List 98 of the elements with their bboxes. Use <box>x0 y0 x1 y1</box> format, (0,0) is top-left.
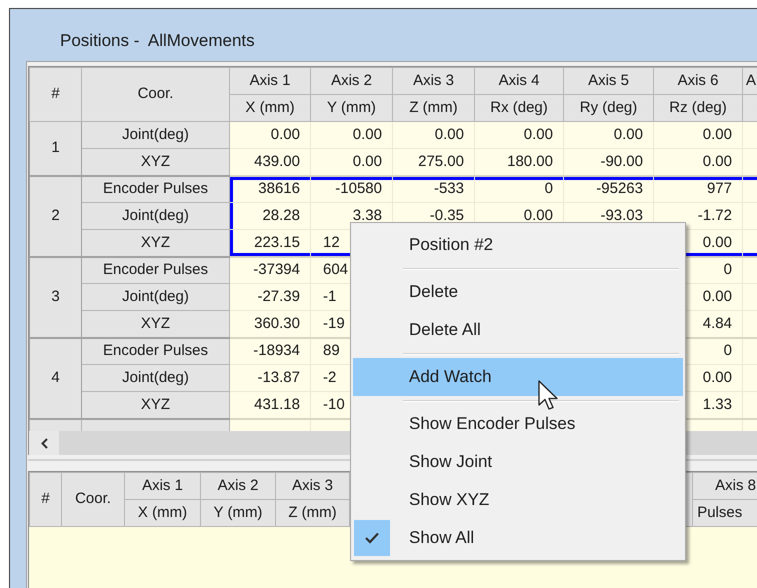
menu-item[interactable]: Show Joint <box>353 443 683 481</box>
unit-header: Rz (deg) <box>669 98 727 116</box>
table-cell: -10580 <box>335 180 382 197</box>
unit-header: Rx (deg) <box>490 98 548 116</box>
table-cell: 0.00 <box>524 206 553 224</box>
unit-header: Ry (deg) <box>580 98 638 116</box>
column-header: Axis 1 <box>250 72 290 89</box>
column-header: # <box>51 85 60 102</box>
table-cell: 0.00 <box>702 152 732 170</box>
unit-header: Y (mm) <box>327 98 376 116</box>
menu-item[interactable]: Delete All <box>353 311 683 349</box>
column-header: Axis 4 <box>498 72 540 89</box>
table-cell: 12 <box>323 234 340 250</box>
table-cell: 0.00 <box>702 288 732 305</box>
table-cell: -10 <box>323 396 345 412</box>
table-cell: -93.03 <box>600 206 643 224</box>
column-header: Axis 3 <box>292 476 333 494</box>
row-number: 2 <box>51 206 60 224</box>
column-header: Coor. <box>138 85 174 102</box>
unit-header: X (mm) <box>245 98 295 116</box>
chevron-left-icon <box>40 438 48 448</box>
coordinate-label: XYZ <box>140 152 170 170</box>
table-cell: -2 <box>323 368 336 386</box>
column-header: Coor. <box>75 490 111 508</box>
table-cell: 0 <box>724 261 732 278</box>
mouse-cursor-icon <box>538 380 559 412</box>
table-cell: 0.00 <box>702 368 732 386</box>
table-cell: 89 <box>323 342 340 359</box>
table-cell: 4.84 <box>702 314 732 332</box>
window-title: Positions - AllMovements <box>60 30 255 52</box>
table-cell: 275.00 <box>418 152 464 170</box>
coordinate-label: Joint(deg) <box>122 368 189 386</box>
table-cell: 38616 <box>258 180 300 197</box>
table-cell: -1 <box>323 288 336 305</box>
coordinate-label: Joint(deg) <box>122 288 189 305</box>
table-cell: 439.00 <box>254 152 300 170</box>
column-header: Axis 3 <box>413 72 454 89</box>
table-cell: -37394 <box>253 261 300 278</box>
table-cell: 1.33 <box>702 396 732 412</box>
table-cell: -13.87 <box>257 368 300 386</box>
coordinate-label: XYZ <box>140 234 170 250</box>
table-cell: -95263 <box>596 180 643 197</box>
column-header: A <box>746 72 756 89</box>
column-header: # <box>41 490 50 508</box>
table-cell: -533 <box>434 180 464 197</box>
table-cell: -0.35 <box>430 206 464 224</box>
table-cell: -1.72 <box>698 206 732 224</box>
table-cell: 0.00 <box>434 126 464 143</box>
table-cell: 604 <box>323 261 348 278</box>
scroll-left-button[interactable] <box>29 431 59 455</box>
table-cell: 28.28 <box>262 206 300 224</box>
row-number: 1 <box>51 139 60 156</box>
coordinate-label: Encoder Pulses <box>102 261 208 278</box>
table-cell: 0.00 <box>352 152 382 170</box>
table-cell: 431.18 <box>254 396 300 412</box>
coordinate-label: Encoder Pulses <box>102 180 208 197</box>
column-header: Axis 1 <box>142 476 183 494</box>
unit-header: Z (mm) <box>288 504 337 521</box>
column-header: Axis 2 <box>331 72 372 89</box>
table-cell: 0 <box>724 342 732 359</box>
unit-header: Pulses <box>697 504 742 521</box>
menu-item[interactable]: Show All <box>353 519 683 557</box>
unit-header: Y (mm) <box>214 504 262 521</box>
table-cell: -19 <box>323 314 345 332</box>
table-cell: -90.00 <box>600 152 643 170</box>
table-cell: 977 <box>706 180 732 197</box>
row-number: 4 <box>51 368 60 386</box>
column-header: Axis 8 <box>715 476 756 494</box>
menu-item[interactable]: Show Encoder Pulses <box>353 405 683 443</box>
menu-item[interactable]: Delete <box>353 273 683 311</box>
coordinate-label: Encoder Pulses <box>102 342 208 359</box>
table-cell: 360.30 <box>254 314 300 332</box>
menu-item[interactable]: Add Watch <box>353 358 683 396</box>
table-cell: 0.00 <box>702 126 732 143</box>
table-cell: 3.38 <box>352 206 382 224</box>
checkmark-icon <box>365 532 379 544</box>
table-cell: -27.39 <box>257 288 300 305</box>
table-cell: 0.00 <box>702 234 732 250</box>
table-cell: 0.00 <box>270 126 300 143</box>
unit-header: X (mm) <box>138 504 188 521</box>
row-number: 3 <box>51 288 60 305</box>
table-cell: 223.15 <box>254 234 300 250</box>
table-cell: 180.00 <box>507 152 553 170</box>
table-cell: -18934 <box>253 342 300 359</box>
coordinate-label: Joint(deg) <box>122 206 189 224</box>
menu-item[interactable]: Position #2 <box>353 226 683 264</box>
table-cell: 0 <box>544 180 553 197</box>
table-cell: 0.00 <box>614 126 643 143</box>
table-cell: 0.00 <box>352 126 382 143</box>
coordinate-label: Joint(deg) <box>122 126 189 143</box>
coordinate-label: XYZ <box>140 396 170 412</box>
column-header: Axis 6 <box>678 72 718 89</box>
coordinate-label: XYZ <box>140 314 170 332</box>
unit-header: Z (mm) <box>409 98 458 116</box>
column-header: Axis 2 <box>218 476 258 494</box>
table-cell: 0.00 <box>524 126 553 143</box>
menu-item[interactable]: Show XYZ <box>353 481 683 519</box>
column-header: Axis 5 <box>588 72 629 89</box>
